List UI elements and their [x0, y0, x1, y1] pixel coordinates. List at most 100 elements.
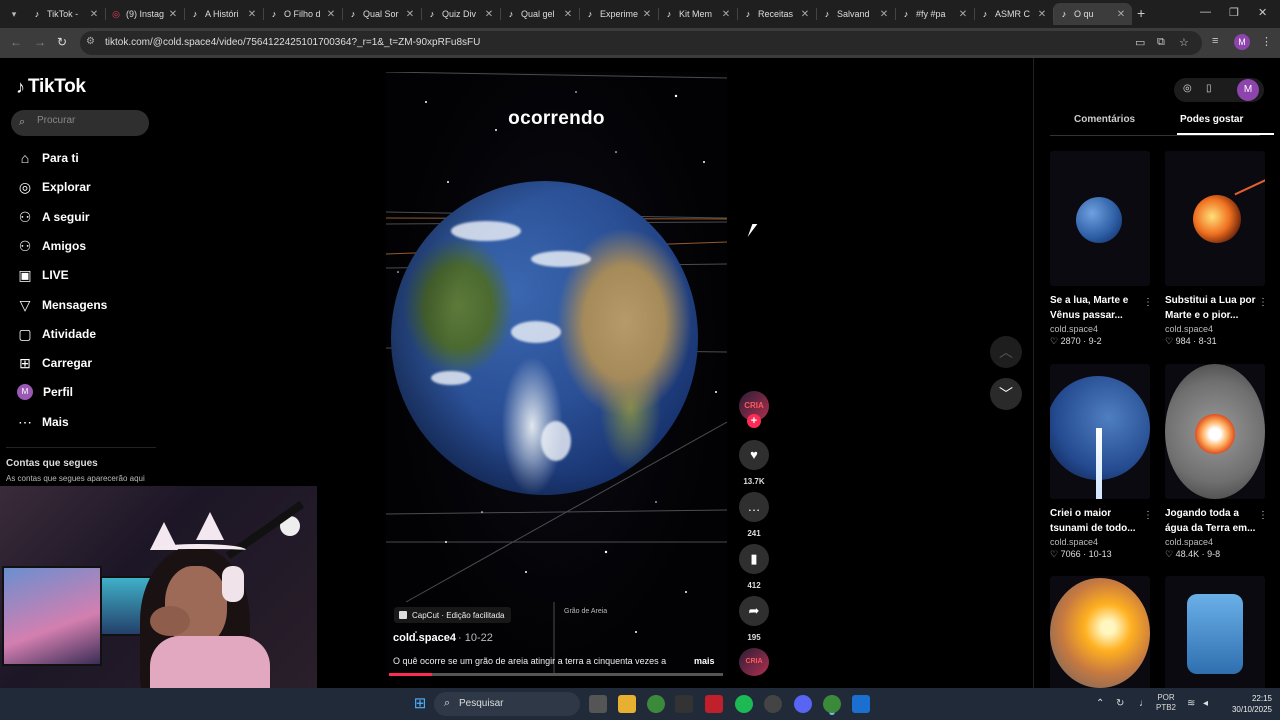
maximize-button[interactable]: ❐	[1229, 6, 1239, 19]
close-tab-icon[interactable]: ✕	[87, 9, 101, 20]
close-tab-icon[interactable]: ✕	[1035, 9, 1049, 20]
site-info-icon[interactable]: ⚙	[86, 36, 95, 47]
browser-tab[interactable]: ♪ Quiz Div ✕	[421, 3, 500, 25]
task-view-icon[interactable]	[589, 695, 607, 713]
recommended-card[interactable]: ⋮ Jogando toda a água da Terra em... col…	[1165, 364, 1268, 560]
sidebar-item-a-seguir[interactable]: ⚇ A seguir	[16, 206, 156, 228]
tab-comments[interactable]: Comentários	[1074, 114, 1135, 125]
chrome-active-icon[interactable]	[823, 695, 841, 713]
volume-icon[interactable]: ◂	[1203, 698, 1208, 709]
tab-search-icon[interactable]: ▾	[6, 6, 22, 22]
card-title[interactable]: Jogando toda a água da Terra em...	[1165, 506, 1257, 536]
follow-plus-button[interactable]: +	[747, 414, 761, 428]
capcut-badge[interactable]: CapCut · Edição facilitada	[394, 607, 511, 623]
reload-icon[interactable]: ↻	[57, 35, 67, 49]
sidebar-item-amigos[interactable]: ⚇ Amigos	[16, 235, 156, 257]
tray-chevron-icon[interactable]: ⌃	[1096, 698, 1104, 709]
close-tab-icon[interactable]: ✕	[561, 9, 575, 20]
chrome-icon[interactable]	[647, 695, 665, 713]
card-more-icon[interactable]: ⋮	[1143, 297, 1153, 308]
back-icon[interactable]: ←	[10, 35, 22, 49]
browser-tab[interactable]: ♪ A Históri ✕	[184, 3, 263, 25]
next-video-button[interactable]: ﹀	[990, 378, 1022, 410]
recommended-card[interactable]: ⋮ Criei o maior tsunami de todo... cold.…	[1050, 364, 1153, 560]
browser-tab[interactable]: ♪ ASMR C ✕	[974, 3, 1053, 25]
tray-sync-icon[interactable]: ↻	[1116, 698, 1124, 709]
browser-tab[interactable]: ♪ #fy #pa ✕	[895, 3, 974, 25]
browser-tab[interactable]: ♪ TikTok - ✕	[26, 3, 105, 25]
url-text[interactable]: tiktok.com/@cold.space4/video/7564122425…	[105, 37, 480, 48]
video-progress-bar[interactable]	[389, 673, 723, 676]
card-user[interactable]: cold.space4	[1165, 324, 1265, 334]
help-app-icon[interactable]	[852, 695, 870, 713]
sidebar-item-explorar[interactable]: ◎ Explorar	[16, 176, 156, 198]
sidebar-item-perfil[interactable]: M Perfil	[16, 381, 156, 403]
browser-tab[interactable]: ♪ Salvand ✕	[816, 3, 895, 25]
browser-tab[interactable]: ♪ O Filho d ✕	[263, 3, 342, 25]
browser-tab[interactable]: ♪ Experime ✕	[579, 3, 658, 25]
address-bar[interactable]: ⚙ tiktok.com/@cold.space4/video/75641224…	[80, 31, 1202, 55]
close-tab-icon[interactable]: ✕	[798, 9, 812, 20]
sidebar-item-para-ti[interactable]: ⌂ Para ti	[16, 147, 156, 169]
card-more-icon[interactable]: ⋮	[1258, 510, 1268, 521]
browser-tab[interactable]: ♪ Qual gel ✕	[500, 3, 579, 25]
close-tab-icon[interactable]: ✕	[403, 9, 417, 20]
card-title[interactable]: Substitui a Lua por Marte e o pior...	[1165, 293, 1257, 323]
close-tab-icon[interactable]: ✕	[166, 9, 180, 20]
file-explorer-icon[interactable]	[618, 695, 636, 713]
like-button[interactable]: ♥	[739, 440, 769, 470]
tiktok-logo[interactable]: ♪ TikTok	[16, 76, 86, 98]
recommended-card[interactable]	[1050, 576, 1150, 688]
search-box[interactable]: ⌕	[11, 110, 149, 136]
previous-video-button[interactable]: ︿	[990, 336, 1022, 368]
browser-tab[interactable]: ◎ (9) Instag ✕	[105, 3, 184, 25]
close-tab-icon[interactable]: ✕	[482, 9, 496, 20]
card-thumbnail[interactable]	[1050, 151, 1150, 286]
minimize-button[interactable]: —	[1200, 6, 1211, 18]
browser-tab[interactable]: ♪ O qu ✕	[1053, 3, 1132, 25]
compass-icon[interactable]: ◎	[1183, 83, 1192, 94]
recommended-card[interactable]	[1165, 576, 1265, 688]
card-thumbnail[interactable]	[1165, 576, 1265, 688]
card-thumbnail[interactable]	[1050, 576, 1150, 688]
spotify-icon[interactable]	[735, 695, 753, 713]
forward-icon[interactable]: →	[34, 35, 46, 49]
card-more-icon[interactable]: ⋮	[1143, 510, 1153, 521]
obs-icon[interactable]	[764, 695, 782, 713]
close-tab-icon[interactable]: ✕	[956, 9, 970, 20]
capcut-app-icon[interactable]	[675, 695, 693, 713]
clock[interactable]: 22:15 30/10/2025	[1222, 693, 1272, 715]
taskbar-search[interactable]: ⌕ Pesquisar	[434, 692, 580, 716]
search-input[interactable]	[37, 115, 137, 126]
video-author[interactable]: cold.space4 · 10-22	[393, 632, 493, 644]
cast-icon[interactable]: ▭	[1135, 36, 1145, 49]
card-more-icon[interactable]: ⋮	[1258, 297, 1268, 308]
recommended-card[interactable]: ⋮ Substitui a Lua por Marte e o pior... …	[1165, 151, 1268, 347]
close-tab-icon[interactable]: ✕	[719, 9, 733, 20]
browser-tab[interactable]: ♪ Kit Mem ✕	[658, 3, 737, 25]
tray-mic-icon[interactable]: ♩	[1139, 698, 1149, 709]
wifi-icon[interactable]: ≋	[1187, 698, 1195, 709]
card-user[interactable]: cold.space4	[1165, 537, 1265, 547]
media-control-icon[interactable]: ≡	[1212, 35, 1218, 47]
discord-icon[interactable]	[794, 695, 812, 713]
new-tab-button[interactable]: +	[1137, 5, 1145, 21]
more-link[interactable]: mais	[694, 656, 715, 666]
sidebar-item-live[interactable]: ▣ LIVE	[16, 264, 156, 286]
card-thumbnail[interactable]	[1050, 364, 1150, 499]
card-thumbnail[interactable]	[1165, 151, 1265, 286]
music-disc[interactable]: CRIA	[739, 648, 769, 676]
browser-tab[interactable]: ♪ Qual Sor ✕	[342, 3, 421, 25]
browser-profile-avatar[interactable]: M	[1234, 34, 1250, 50]
close-tab-icon[interactable]: ✕	[1114, 9, 1128, 20]
tab-you-may-like[interactable]: Podes gostar	[1180, 114, 1243, 125]
video-player[interactable]: ocorrendo CapCut · Edição facilitada Grã…	[386, 72, 727, 676]
streaming-app-icon[interactable]	[705, 695, 723, 713]
close-window-button[interactable]: ✕	[1258, 6, 1267, 19]
sidebar-item-mais[interactable]: ⋯ Mais	[16, 411, 156, 433]
card-user[interactable]: cold.space4	[1050, 324, 1150, 334]
close-tab-icon[interactable]: ✕	[877, 9, 891, 20]
author-name[interactable]: cold.space4	[393, 632, 456, 644]
device-icon[interactable]: ▯	[1206, 83, 1212, 94]
language-indicator[interactable]: POR PTB2	[1156, 693, 1176, 713]
